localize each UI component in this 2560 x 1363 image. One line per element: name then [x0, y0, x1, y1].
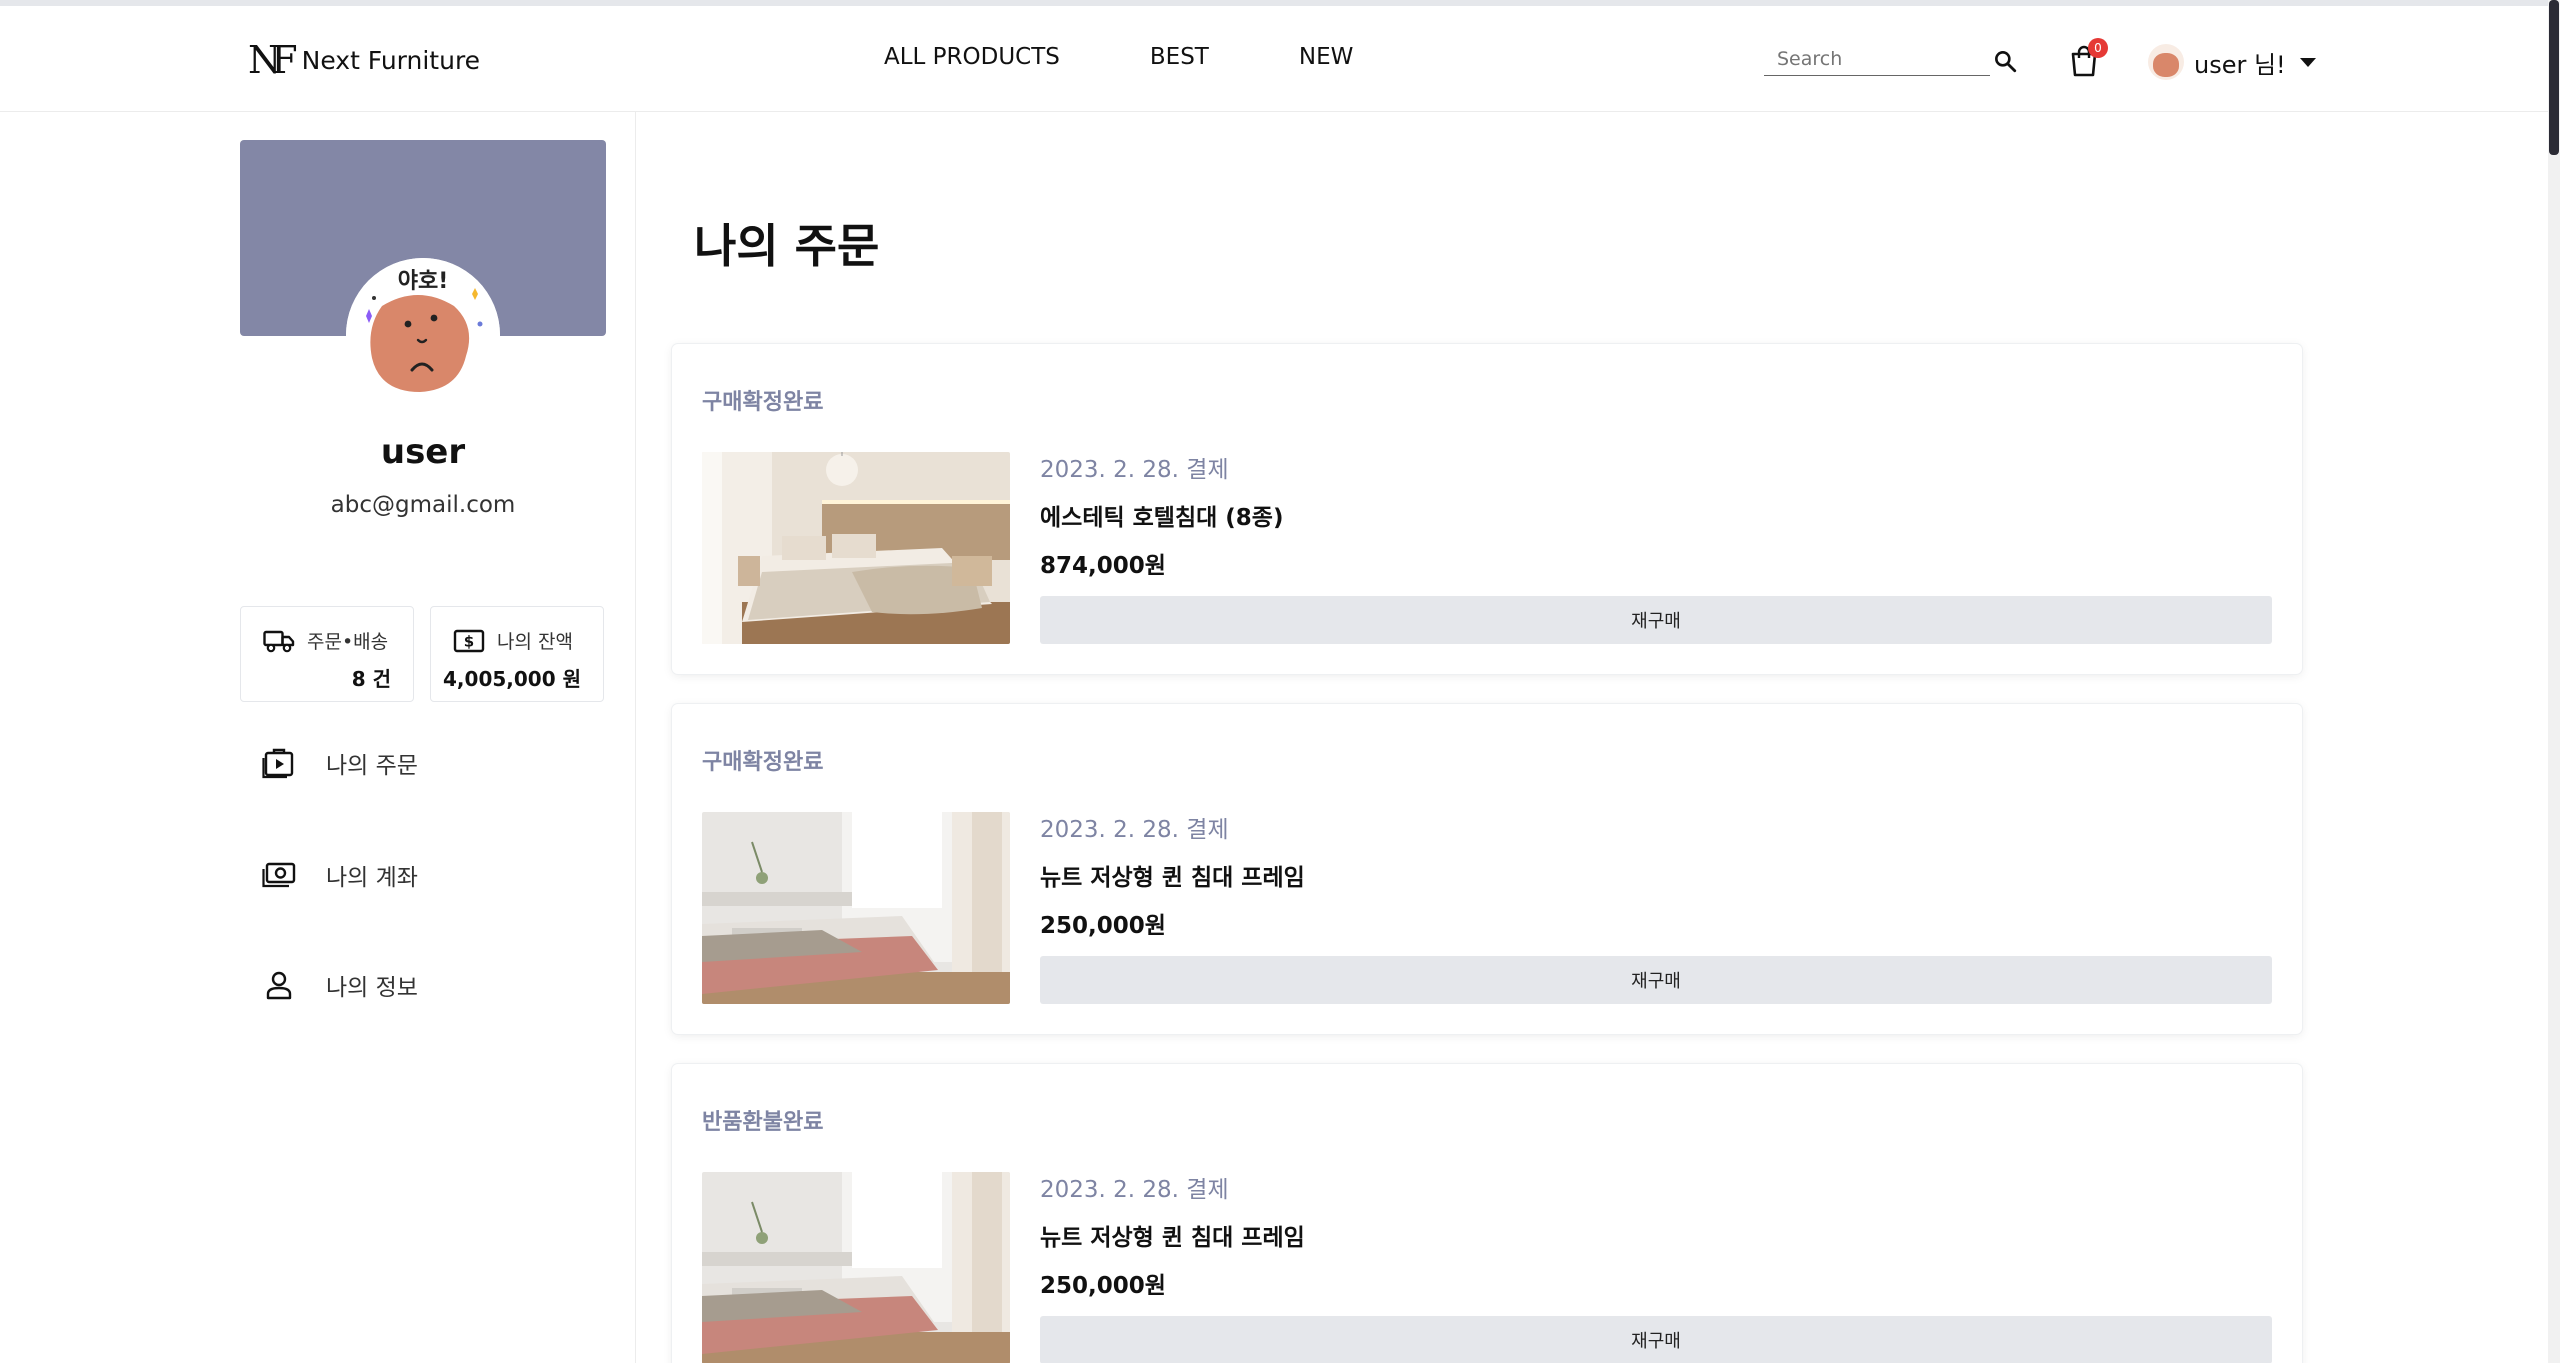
orders-stat-label: 주문•배송 — [307, 631, 389, 653]
chevron-down-icon — [2299, 57, 2316, 67]
rebuy-button[interactable]: 재구매 — [1040, 956, 2272, 1004]
product-image[interactable] — [702, 812, 1010, 1004]
search-box — [1764, 42, 1990, 76]
money-icon — [262, 862, 296, 888]
scrollbar-thumb[interactable] — [2549, 0, 2559, 155]
hotel-bed-photo — [702, 452, 1010, 644]
rebuy-button[interactable]: 재구매 — [1040, 596, 2272, 644]
logo[interactable]: NF Next Furniture — [248, 38, 480, 82]
svg-text:$: $ — [464, 632, 474, 650]
order-date: 2023. 2. 28. 결제 — [1040, 817, 1229, 843]
character-illustration: 야호! — [346, 258, 500, 412]
order-status: 구매확정완료 — [702, 750, 824, 775]
profile-name: user — [380, 432, 466, 472]
cart-count-badge: 0 — [2088, 38, 2108, 58]
balance-stat-value: 4,005,000 원 — [443, 667, 581, 691]
order-status: 구매확정완료 — [702, 390, 824, 415]
product-price: 250,000원 — [1040, 913, 1166, 939]
nav-best[interactable]: BEST — [1150, 44, 1209, 70]
orders-stat-value: 8 건 — [351, 667, 391, 691]
order-date: 2023. 2. 28. 결제 — [1040, 457, 1229, 483]
sidebar-item-my-info[interactable]: 나의 정보 — [262, 968, 418, 1002]
search-input[interactable] — [1764, 42, 1944, 70]
nav-new[interactable]: NEW — [1299, 44, 1353, 70]
search-icon[interactable] — [1992, 48, 2018, 74]
page-scrollbar[interactable] — [2548, 0, 2560, 1363]
product-image[interactable] — [702, 452, 1010, 644]
orders-stat-card[interactable]: 주문•배송 8 건 — [240, 606, 414, 702]
product-name[interactable]: 뉴트 저상형 퀸 침대 프레임 — [1040, 858, 1305, 892]
product-price: 250,000원 — [1040, 1273, 1166, 1299]
product-name[interactable]: 에스테틱 호텔침대 (8종) — [1040, 498, 1283, 532]
play-briefcase-icon — [262, 748, 294, 779]
product-name[interactable]: 뉴트 저상형 퀸 침대 프레임 — [1040, 1218, 1305, 1252]
site-header: NF Next Furniture ALL PRODUCTS BEST NEW … — [0, 6, 2548, 112]
balance-stat-card[interactable]: $ 나의 잔액 4,005,000 원 — [430, 606, 604, 702]
order-card: 구매확정완료 2023. 2. 28. 결제 뉴트 저상형 퀸 침대 프레임 2… — [672, 704, 2302, 1034]
truck-icon — [263, 630, 295, 652]
sidebar-divider — [635, 112, 636, 1363]
balance-stat-label: 나의 잔액 — [497, 631, 573, 653]
sidebar-item-my-orders[interactable]: 나의 주문 — [262, 746, 418, 780]
order-status: 반품환불완료 — [702, 1110, 824, 1135]
product-price: 874,000원 — [1040, 553, 1166, 579]
page-title: 나의 주문 — [694, 219, 880, 273]
svg-text:야호!: 야호! — [398, 269, 449, 294]
low-bed-photo — [702, 1172, 1010, 1363]
logo-text: Next Furniture — [301, 45, 481, 75]
profile-email: abc@gmail.com — [330, 492, 516, 518]
order-date: 2023. 2. 28. 결제 — [1040, 1177, 1229, 1203]
main-nav: ALL PRODUCTS BEST NEW — [884, 44, 1353, 70]
person-icon — [266, 971, 292, 1000]
order-card: 반품환불완료 2023. 2. 28. 결제 뉴트 저상형 퀸 침대 프레임 2… — [672, 1064, 2302, 1363]
profile-avatar: 야호! — [346, 258, 500, 412]
low-bed-photo — [702, 812, 1010, 1004]
user-menu[interactable]: user 님! — [2148, 44, 2316, 80]
sidebar-item-my-account[interactable]: 나의 계좌 — [262, 858, 418, 892]
logo-mark: NF — [248, 38, 298, 82]
sidebar-item-label: 나의 정보 — [326, 975, 418, 1001]
avatar — [2148, 44, 2184, 80]
user-greeting: user 님! — [2194, 50, 2286, 79]
nav-all-products[interactable]: ALL PRODUCTS — [884, 44, 1060, 70]
sidebar-item-label: 나의 계좌 — [326, 865, 418, 891]
sidebar-item-label: 나의 주문 — [326, 753, 418, 779]
dollar-bill-icon: $ — [453, 629, 485, 652]
product-image[interactable] — [702, 1172, 1010, 1363]
rebuy-button[interactable]: 재구매 — [1040, 1316, 2272, 1363]
order-card: 구매확정완료 2023. 2. 28. 결제 에스테틱 호텔침대 (8종) 87… — [672, 344, 2302, 674]
